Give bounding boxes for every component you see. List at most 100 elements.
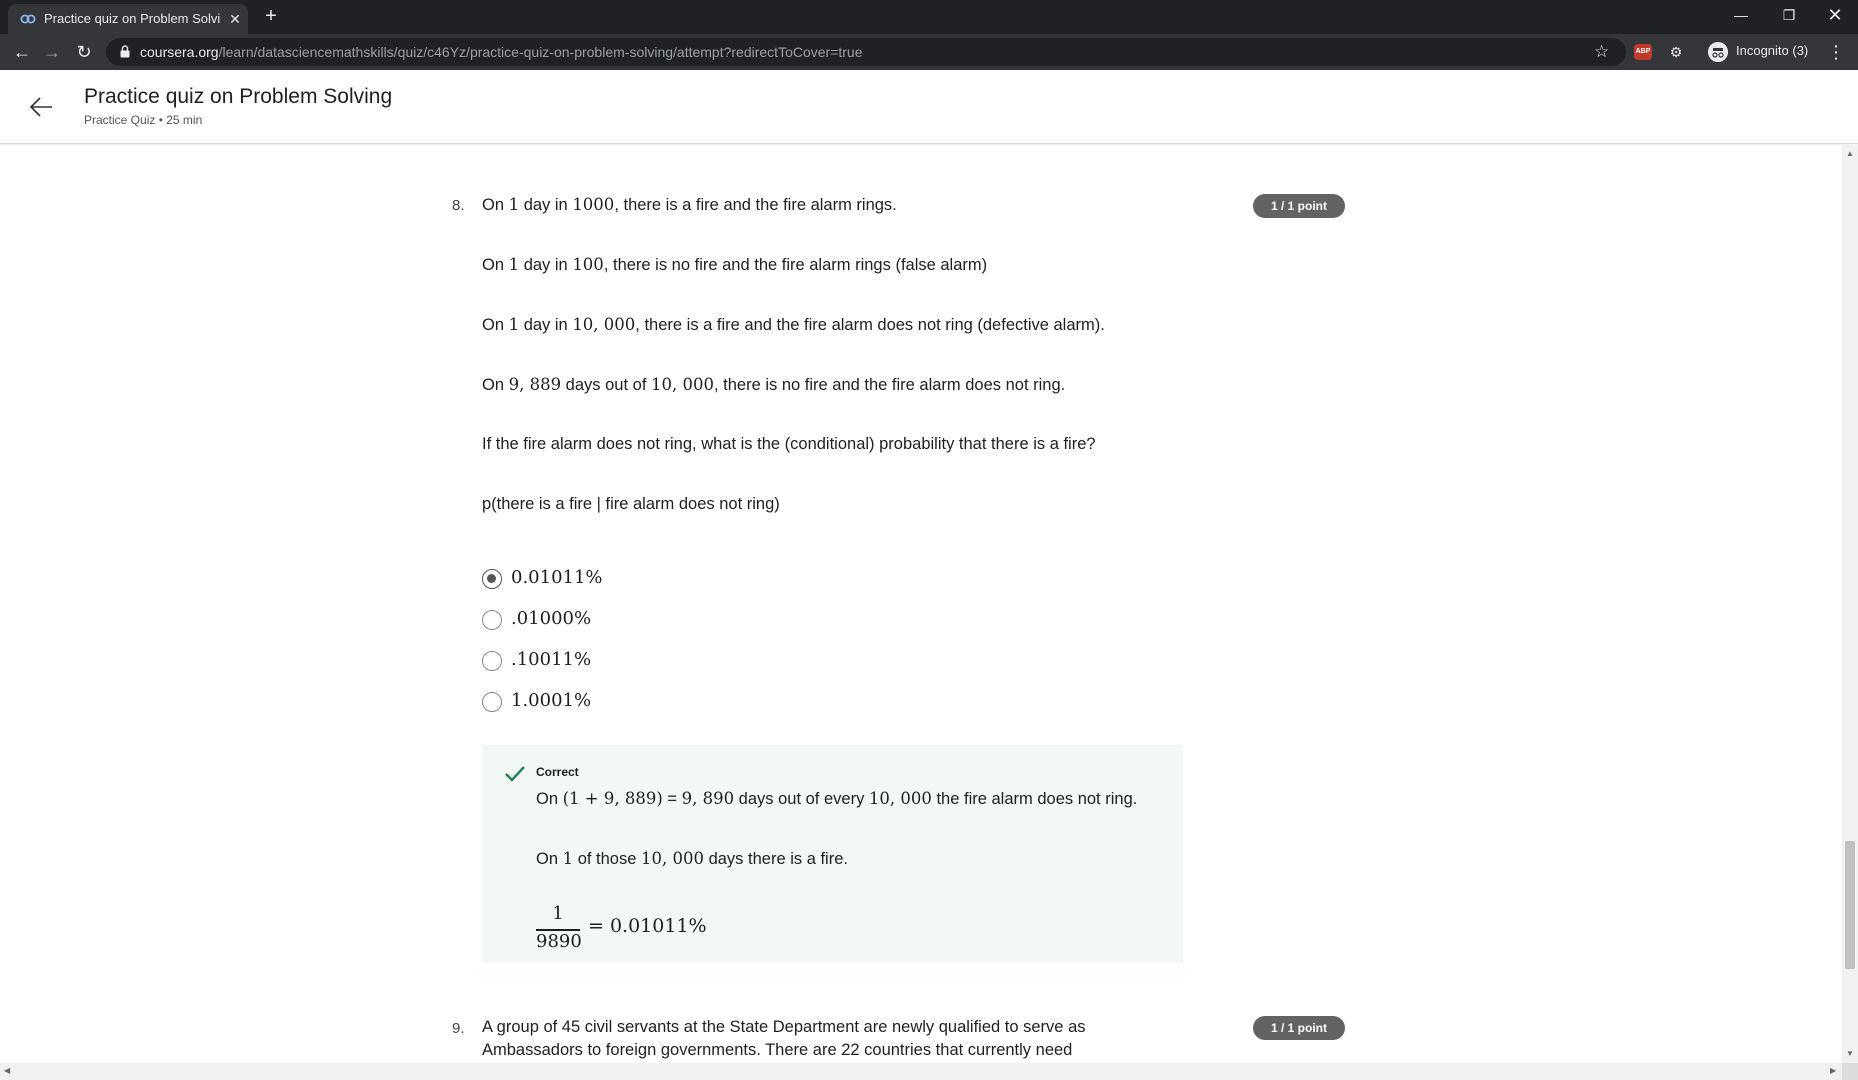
math-value: 1 xyxy=(508,315,520,334)
points-badge: 1 / 1 point xyxy=(1253,194,1345,218)
question-number: 8. xyxy=(452,197,465,214)
math-value: 1 xyxy=(562,849,574,868)
option-label: 0.01011% xyxy=(511,567,603,588)
math-value: 1 xyxy=(508,255,520,274)
browser-tabstrip: Practice quiz on Problem Solving ✕ + — ❐… xyxy=(0,0,1858,34)
scrollbar-corner xyxy=(1842,1063,1858,1080)
minimize-window-icon[interactable]: — xyxy=(1718,0,1764,30)
extension-icon[interactable]: ⚙ xyxy=(1666,42,1686,62)
question-prompt: If the fire alarm does not ring, what is… xyxy=(482,435,1096,453)
text-run: day in xyxy=(519,196,573,214)
text-run: On xyxy=(482,196,509,214)
incognito-label: Incognito (3) xyxy=(1736,43,1809,58)
page-title: Practice quiz on Problem Solving xyxy=(84,85,393,108)
text-run: days there is a fire. xyxy=(703,850,848,868)
math-value: 10, 000 xyxy=(868,789,932,808)
feedback-line-2: On 1 of those 10, 000 days there is a fi… xyxy=(536,849,848,869)
question-paragraph-1: On 1 day in 1000, there is a fire and th… xyxy=(482,195,897,215)
star-icon[interactable]: ☆ xyxy=(1594,42,1609,62)
text-run: , there is a fire and the fire alarm doe… xyxy=(635,316,1105,334)
answer-option-3[interactable]: .10011% xyxy=(482,648,782,674)
text-run: On xyxy=(482,256,509,274)
radio-button[interactable] xyxy=(482,610,502,630)
question-paragraph-3: On 1 day in 10, 000, there is a fire and… xyxy=(482,315,1105,335)
math-value: 1 xyxy=(508,195,520,214)
feedback-line-1: On (1 + 9, 889) = 9, 890 days out of eve… xyxy=(536,789,1137,809)
answer-option-1[interactable]: 0.01011% xyxy=(482,566,782,592)
scroll-up-arrow-icon[interactable]: ▲ xyxy=(1846,149,1854,158)
math-value: 1000 xyxy=(572,195,615,214)
option-label: .10011% xyxy=(511,649,592,670)
url-host: coursera.org xyxy=(140,44,219,60)
adblock-extension-icon[interactable]: ABP xyxy=(1634,44,1652,60)
incognito-icon xyxy=(1708,42,1728,62)
radio-button[interactable] xyxy=(482,692,502,712)
scrollbar-thumb[interactable] xyxy=(1845,841,1855,969)
text-run: On xyxy=(536,790,563,808)
new-tab-button[interactable]: + xyxy=(260,6,282,28)
tab-title: Practice quiz on Problem Solving xyxy=(44,11,220,26)
answer-option-2[interactable]: .01000% xyxy=(482,607,782,633)
vertical-scrollbar[interactable]: ▲ ▼ xyxy=(1842,145,1858,1063)
reload-icon[interactable]: ↻ xyxy=(72,40,96,64)
close-window-icon[interactable]: ✕ xyxy=(1812,0,1858,30)
restore-window-icon[interactable]: ❐ xyxy=(1766,0,1812,30)
question-text-line-1: A group of 45 civil servants at the Stat… xyxy=(482,1018,1086,1036)
radio-button-selected[interactable] xyxy=(482,569,502,589)
back-arrow-icon[interactable] xyxy=(28,94,54,120)
option-label: .01000% xyxy=(511,608,592,629)
incognito-indicator[interactable]: Incognito (3) xyxy=(1708,40,1820,64)
checkmark-icon xyxy=(505,766,525,782)
radio-button[interactable] xyxy=(482,651,502,671)
option-label: 1.0001% xyxy=(511,690,592,711)
text-run: days out of xyxy=(561,376,651,394)
text-run: , there is no fire and the fire alarm ri… xyxy=(603,256,988,274)
fraction-numerator: 1 xyxy=(552,903,564,924)
math-value: 9, 889 xyxy=(508,375,562,394)
page-subtitle: Practice Quiz • 25 min xyxy=(84,113,203,127)
scroll-down-arrow-icon[interactable]: ▼ xyxy=(1846,1049,1854,1058)
answer-option-4[interactable]: 1.0001% xyxy=(482,689,782,715)
math-value: 10, 000 xyxy=(650,375,714,394)
text-run: On xyxy=(482,316,509,334)
quiz-header: Practice quiz on Problem Solving Practic… xyxy=(0,70,1858,144)
fraction: 1 9890 xyxy=(536,903,582,953)
question-text-line-2: Ambassadors to foreign governments. Ther… xyxy=(482,1041,1073,1059)
url-text: coursera.org/learn/datasciencemathskills… xyxy=(140,44,863,60)
coursera-favicon-icon xyxy=(20,14,36,24)
question-paragraph-4: On 9, 889 days out of 10, 000, there is … xyxy=(482,375,1065,395)
text-run: day in xyxy=(519,316,573,334)
horizontal-scrollbar[interactable]: ◀ ▶ xyxy=(0,1063,1842,1080)
question-paragraph-2: On 1 day in 100, there is no fire and th… xyxy=(482,255,987,275)
url-path: /learn/datasciencemathskills/quiz/c46Yz/… xyxy=(218,44,863,60)
lock-icon xyxy=(120,45,130,58)
text-run: , there is no fire and the fire alarm do… xyxy=(713,376,1066,394)
text-run: = xyxy=(662,790,682,808)
forward-arrow-icon[interactable]: → xyxy=(40,40,64,64)
browser-toolbar: ← → ↻ coursera.org/learn/datasciencemath… xyxy=(0,34,1858,70)
text-run: day in xyxy=(519,256,573,274)
fraction-denominator: 9890 xyxy=(536,931,582,952)
points-badge: 1 / 1 point xyxy=(1253,1016,1345,1040)
feedback-panel: Correct On (1 + 9, 889) = 9, 890 days ou… xyxy=(482,745,1183,963)
text-run: days out of every xyxy=(734,790,869,808)
browser-tab[interactable]: Practice quiz on Problem Solving ✕ xyxy=(8,4,248,34)
math-value: (1 + 9, 889) xyxy=(562,789,663,808)
text-run: On xyxy=(482,376,509,394)
scroll-left-arrow-icon[interactable]: ◀ xyxy=(4,1066,10,1075)
scroll-right-arrow-icon[interactable]: ▶ xyxy=(1830,1066,1836,1075)
math-value: 10, 000 xyxy=(641,849,704,868)
math-value: 9, 890 xyxy=(681,789,735,808)
math-value: 10, 000 xyxy=(572,315,636,334)
text-run: On xyxy=(536,850,563,868)
probability-expression: p(there is a fire | fire alarm does not … xyxy=(482,495,780,513)
text-run: the fire alarm does not ring. xyxy=(931,790,1138,808)
feedback-status: Correct xyxy=(536,765,579,779)
tab-close-icon[interactable]: ✕ xyxy=(226,10,244,28)
kebab-menu-icon[interactable]: ⋮ xyxy=(1826,40,1846,64)
back-arrow-icon[interactable]: ← xyxy=(10,40,34,64)
text-run: of those xyxy=(573,850,641,868)
address-bar[interactable]: coursera.org/learn/datasciencemathskills… xyxy=(106,38,1626,66)
question-number: 9. xyxy=(452,1020,465,1037)
fraction-result: = 0.01011% xyxy=(588,915,707,937)
